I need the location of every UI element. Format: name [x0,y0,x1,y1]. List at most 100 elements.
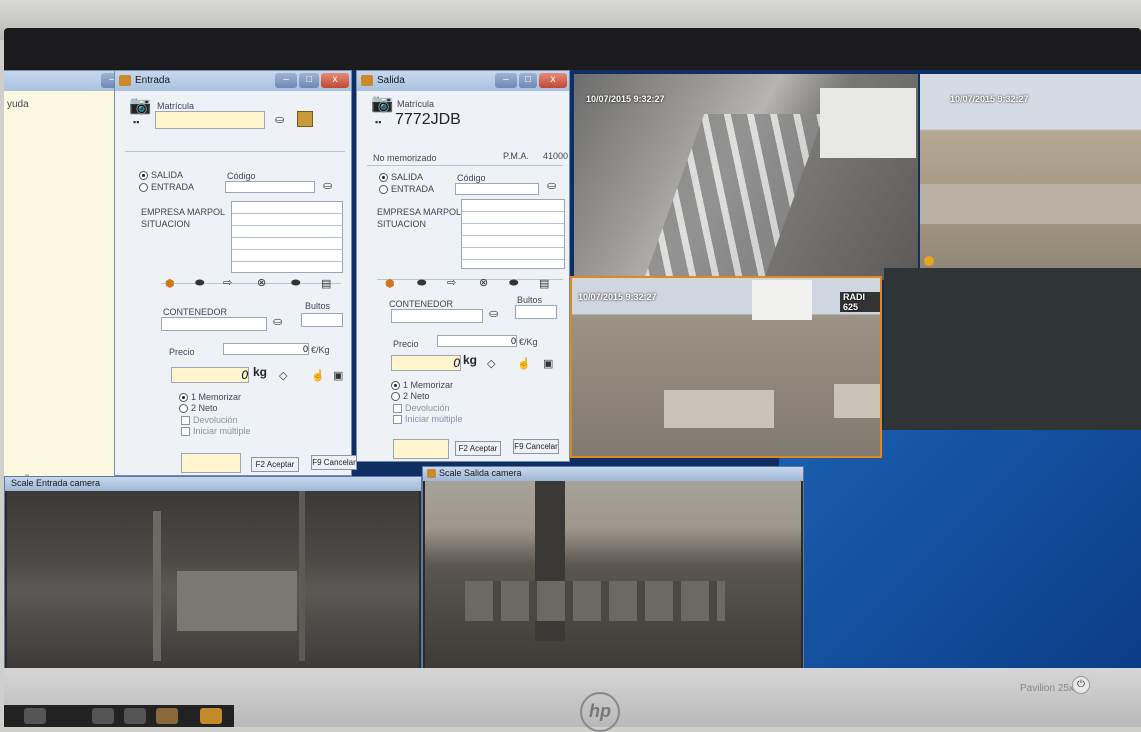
matricula-input[interactable] [155,111,265,129]
contenedor-input[interactable] [161,317,267,331]
hand-icon[interactable]: ☝ [311,369,325,382]
accept-button[interactable]: F2 Aceptar [455,441,501,456]
codigo-input[interactable] [225,181,315,193]
contenedor-input[interactable] [391,309,483,323]
status-field [181,453,241,473]
binoculars-icon[interactable]: ⛀ [547,179,556,192]
salida-titlebar[interactable]: Salida – □ x [357,71,569,91]
note-icon[interactable]: ▤ [539,277,549,290]
memorizar-label: 1 Memorizar [191,392,242,402]
scale-salida-titlebar[interactable]: Scale Salida camera [423,467,803,481]
empresa-list[interactable] [231,201,343,273]
note-icon[interactable]: ▤ [321,277,331,290]
pole [153,511,161,661]
taskbar-app-icon[interactable] [124,708,146,724]
iniciar-multiple-checkbox[interactable] [181,427,190,436]
maximize-button[interactable]: □ [519,73,537,88]
menu-ayuda[interactable]: yuda [7,99,29,110]
bultos-input[interactable] [515,305,557,319]
neto-radio[interactable] [179,404,188,413]
devolucion-label: Devolución [405,403,450,413]
scale-entrada-camera-window[interactable]: Scale Entrada camera [4,476,422,670]
cancel-button[interactable]: F9 Cancelar [311,455,357,470]
reset-icon[interactable]: ◇ [279,369,287,382]
entrada-radio[interactable] [139,183,148,192]
desktop-background [779,430,1141,670]
barrier-right [834,384,880,418]
salida-window[interactable]: Salida – □ x 📷 Matrícula ▪▪ 7772JDB No m… [356,70,570,462]
salida-radio[interactable] [139,171,148,180]
divider [377,279,563,280]
binoculars-icon[interactable]: ⛀ [489,307,498,320]
wheel-icon[interactable]: ⊗ [479,276,488,289]
camera-feed-top-left[interactable]: 10/07/2015 9:32:27 [574,74,918,280]
maximize-button[interactable]: □ [299,73,319,88]
binoculars-icon[interactable]: ⛀ [323,179,332,192]
camera-status-icon [924,256,934,266]
precio-input[interactable]: 0 [437,335,517,347]
precio-unit: €/Kg [519,337,538,347]
iniciar-multiple-label: Iniciar múltiple [193,426,251,436]
grid-icon[interactable] [297,111,313,127]
tag-icon[interactable]: ⬬ [417,277,426,290]
devolucion-checkbox[interactable] [181,416,190,425]
arrow-icon[interactable]: ⇨ [223,276,232,289]
scale-entrada-titlebar[interactable]: Scale Entrada camera [5,477,421,491]
contenedor-label: CONTENEDOR [163,307,228,317]
close-button[interactable]: x [321,73,349,88]
save-icon[interactable]: ▣ [543,357,553,370]
bultos-input[interactable] [301,313,343,327]
neto-radio[interactable] [391,392,400,401]
binoculars-icon[interactable]: ⛀ [275,113,284,126]
empty-camera-slot [884,268,1141,430]
camera-feed-top-right[interactable]: 10/07/2015 9:32:27 [920,74,1141,270]
wheel-icon[interactable]: ⊗ [257,276,266,289]
memorizar-radio[interactable] [179,393,188,402]
save-icon[interactable]: ▣ [333,369,343,382]
empresa-list[interactable] [461,199,565,269]
camera-icon[interactable]: 📷 [371,93,393,114]
taskbar-app-icon[interactable] [200,708,222,724]
salida-label: SALIDA [391,172,424,182]
entrada-radio[interactable] [379,185,388,194]
devolucion-label: Devolución [193,415,238,425]
devolucion-checkbox[interactable] [393,404,402,413]
minimize-button[interactable]: – [495,73,517,88]
entrada-label: ENTRADA [151,182,195,192]
minimize-button[interactable]: – [275,73,297,88]
pma-value: 41000 [543,151,569,161]
memorizar-radio[interactable] [391,381,400,390]
hand-icon[interactable]: ☝ [517,357,531,370]
power-button[interactable]: ⏻ [1072,676,1090,694]
taskbar-app-icon[interactable] [24,708,46,724]
tag-icon[interactable]: ⬬ [195,277,204,290]
iniciar-multiple-checkbox[interactable] [393,415,402,424]
package-icon[interactable]: ⬢ [385,277,395,290]
scale-salida-title: Scale Salida camera [439,468,522,478]
camera-feed-entrada [7,491,419,669]
camera-feed-middle[interactable]: 10/07/2015 9:32:27 RADI 625 [570,276,882,458]
camera-icon[interactable]: 📷 [129,95,151,116]
close-button[interactable]: x [539,73,567,88]
binoculars-icon[interactable]: ⛀ [273,315,282,328]
matricula-label: Matrícula [157,101,195,111]
cancel-button[interactable]: F9 Cancelar [513,439,559,454]
codigo-input[interactable] [455,183,539,195]
tag2-icon[interactable]: ⬬ [509,277,518,290]
scale-salida-camera-window[interactable]: Scale Salida camera [422,466,804,670]
salida-radio[interactable] [379,173,388,182]
arrow-icon[interactable]: ⇨ [447,276,456,289]
taskbar-app-icon[interactable] [156,708,178,724]
salida-title: Salida [377,75,405,86]
scale-entrada-title: Scale Entrada camera [11,478,101,488]
entrada-window[interactable]: Entrada – □ x 📷 Matrícula ▪▪ ⛀ SALIDA EN… [114,70,357,476]
reset-icon[interactable]: ◇ [487,357,495,370]
tag2-icon[interactable]: ⬬ [291,277,300,290]
accept-button[interactable]: F2 Aceptar [251,457,299,472]
contenedor-label: CONTENEDOR [389,299,454,309]
entrada-titlebar[interactable]: Entrada – □ x [115,71,351,91]
precio-input[interactable]: 0 [223,343,309,355]
taskbar-app-icon[interactable] [92,708,114,724]
road-stripes [643,114,825,280]
package-icon[interactable]: ⬢ [165,277,175,290]
